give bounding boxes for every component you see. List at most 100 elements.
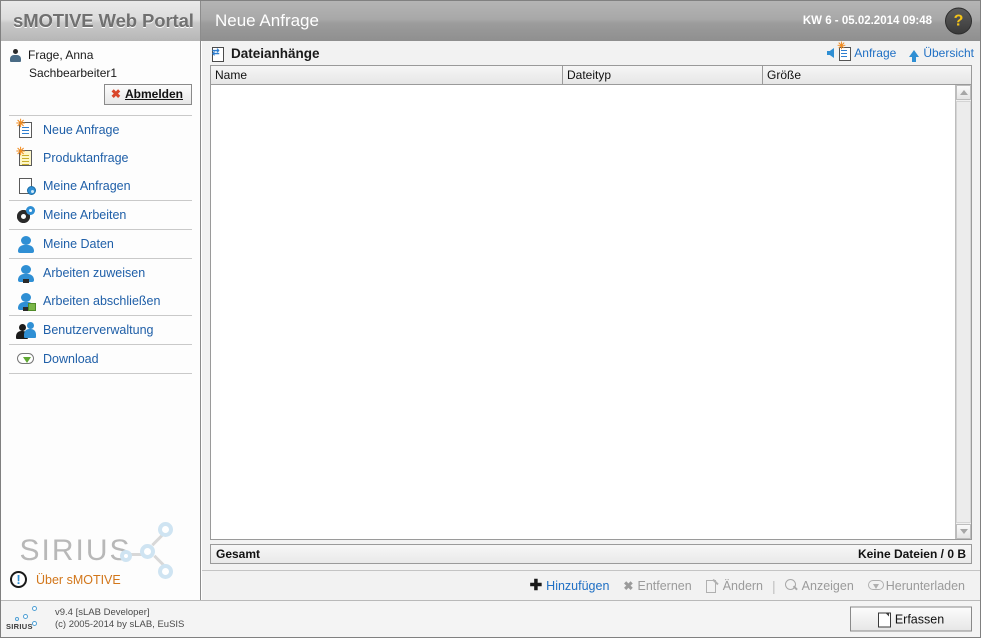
sidebar-item-produktanfrage[interactable]: ✳ Produktanfrage bbox=[9, 144, 192, 172]
logout-row: ✖ Abmelden bbox=[9, 84, 192, 105]
footer-version: v9.4 [sLAB Developer] bbox=[55, 607, 150, 618]
request-document-icon: ✳ bbox=[837, 42, 852, 61]
plus-icon: ✚ bbox=[529, 577, 543, 594]
sidebar-item-benutzerverwaltung[interactable]: Benutzerverwaltung bbox=[9, 316, 192, 344]
page-icon bbox=[877, 612, 891, 628]
nav-group-zuweisen: Arbeiten zuweisen Arbeiten abschließen bbox=[9, 258, 192, 315]
table-vertical-scrollbar[interactable] bbox=[955, 85, 971, 539]
date-stamp: KW 6 - 05.02.2014 09:48 bbox=[802, 15, 932, 27]
nav-group-benutzer: Benutzerverwaltung bbox=[9, 315, 192, 344]
nav-group-anfragen: ✳ Neue Anfrage ✳ Produktanfrage Meine An… bbox=[9, 115, 192, 200]
uebersicht-link[interactable]: Übersicht bbox=[909, 46, 974, 62]
footer-version-block: v9.4 [sLAB Developer] (c) 2005-2014 by s… bbox=[55, 607, 184, 631]
sidebar-item-label: Neue Anfrage bbox=[43, 123, 120, 137]
sirius-constellation-icon bbox=[119, 516, 182, 586]
nav-group-daten: Meine Daten bbox=[9, 229, 192, 258]
sidebar-nav: ✳ Neue Anfrage ✳ Produktanfrage Meine An… bbox=[1, 115, 200, 374]
sidebar-item-label: Produktanfrage bbox=[43, 151, 129, 165]
remove-attachment-label: Entfernen bbox=[637, 578, 692, 593]
sidebar-item-label: Download bbox=[43, 352, 99, 366]
column-header-name[interactable]: Name bbox=[211, 66, 563, 84]
sirius-footer-logo-text: SIRIUS bbox=[6, 622, 33, 631]
cloud-download-icon bbox=[16, 349, 36, 369]
sirius-watermark-text: SIRIUS bbox=[19, 534, 132, 567]
nav-group-end-divider bbox=[9, 373, 192, 374]
person-assign-icon bbox=[16, 263, 36, 283]
sidebar-item-label: Arbeiten zuweisen bbox=[43, 266, 146, 280]
application-window: sMOTIVE Web Portal Neue Anfrage KW 6 - 0… bbox=[0, 0, 981, 638]
about-smotive-link[interactable]: ! Über sMOTIVE bbox=[9, 570, 121, 590]
sidebar-item-label: Meine Anfragen bbox=[43, 179, 131, 193]
sidebar-item-meine-arbeiten[interactable]: Meine Arbeiten bbox=[9, 201, 192, 229]
sidebar-item-meine-daten[interactable]: Meine Daten bbox=[9, 230, 192, 258]
nav-group-download: Download bbox=[9, 344, 192, 373]
gears-icon bbox=[16, 205, 36, 225]
chevron-down-icon bbox=[959, 529, 968, 534]
table-body bbox=[211, 85, 971, 539]
help-button[interactable]: ? bbox=[945, 7, 972, 35]
user-role: Sachbearbeiter1 bbox=[29, 66, 118, 80]
red-x-icon: ✖ bbox=[110, 87, 121, 101]
back-to-anfrage-label: Anfrage bbox=[854, 46, 897, 60]
edit-attachment-button: Ändern bbox=[699, 579, 770, 593]
user-name-row: Frage, Anna bbox=[9, 48, 192, 62]
user-icon bbox=[9, 48, 22, 62]
info-icon: ! bbox=[9, 570, 29, 590]
x-icon: ✖ bbox=[623, 578, 634, 593]
sirius-footer-logo: SIRIUS bbox=[5, 604, 45, 634]
footer-bar: SIRIUS v9.4 [sLAB Developer] (c) 2005-20… bbox=[1, 600, 980, 637]
total-row: Gesamt Keine Dateien / 0 B bbox=[210, 544, 972, 564]
main-content: Dateianhänge ✳ Anfrage Übersicht Name Da… bbox=[202, 41, 980, 600]
person-icon bbox=[16, 234, 36, 254]
sidebar-item-label: Benutzerverwaltung bbox=[43, 323, 154, 337]
logout-button[interactable]: ✖ Abmelden bbox=[103, 84, 192, 105]
logout-button-label: Abmelden bbox=[124, 87, 183, 101]
download-attachment-button: Herunterladen bbox=[861, 579, 972, 593]
table-header-row: Name Dateityp Größe bbox=[211, 66, 971, 85]
scroll-down-button[interactable] bbox=[956, 524, 971, 539]
user-name: Frage, Anna bbox=[28, 48, 94, 62]
action-separator: | bbox=[772, 577, 776, 594]
panel-header-links: ✳ Anfrage Übersicht bbox=[827, 42, 974, 62]
column-header-dateityp[interactable]: Dateityp bbox=[563, 66, 763, 84]
scroll-track[interactable] bbox=[956, 101, 971, 523]
erfassen-button-label: Erfassen bbox=[894, 612, 945, 626]
brand-area: sMOTIVE Web Portal bbox=[1, 1, 201, 41]
sidebar-item-download[interactable]: Download bbox=[9, 345, 192, 373]
magnifier-icon bbox=[784, 579, 798, 592]
panel-title: Dateianhänge bbox=[231, 45, 320, 61]
edit-attachment-label: Ändern bbox=[722, 578, 764, 593]
column-header-groesse[interactable]: Größe bbox=[763, 66, 971, 84]
question-mark-icon: ? bbox=[953, 12, 964, 29]
person-complete-icon bbox=[16, 291, 36, 311]
erfassen-button[interactable]: Erfassen bbox=[850, 606, 972, 632]
user-block: Frage, Anna Sachbearbeiter1 ✖ Abmelden bbox=[1, 41, 200, 109]
sidebar-item-meine-anfragen[interactable]: Meine Anfragen bbox=[9, 172, 192, 200]
attachment-icon bbox=[210, 46, 225, 62]
scroll-up-button[interactable] bbox=[956, 85, 971, 100]
uebersicht-label: Übersicht bbox=[923, 46, 974, 60]
view-attachment-label: Anzeigen bbox=[801, 578, 854, 593]
sidebar: Frage, Anna Sachbearbeiter1 ✖ Abmelden ✳… bbox=[1, 41, 201, 600]
sidebar-item-label: Meine Arbeiten bbox=[43, 208, 127, 222]
attachment-action-bar: ✚ Hinzufügen ✖ Entfernen Ändern | Anzeig… bbox=[202, 570, 980, 600]
sidebar-item-label: Meine Daten bbox=[43, 237, 114, 251]
download-attachment-label: Herunterladen bbox=[885, 578, 965, 593]
table-rows-empty[interactable] bbox=[211, 85, 955, 539]
page-title: Neue Anfrage bbox=[215, 11, 319, 30]
sidebar-item-arbeiten-zuweisen[interactable]: Arbeiten zuweisen bbox=[9, 259, 192, 287]
back-to-anfrage-link[interactable]: ✳ Anfrage bbox=[827, 42, 897, 61]
total-label: Gesamt bbox=[216, 547, 261, 561]
panel-title-group: Dateianhänge bbox=[210, 45, 320, 62]
sidebar-item-neue-anfrage[interactable]: ✳ Neue Anfrage bbox=[9, 116, 192, 144]
sidebar-item-arbeiten-abschliessen[interactable]: Arbeiten abschließen bbox=[9, 287, 192, 315]
nav-group-arbeiten: Meine Arbeiten bbox=[9, 200, 192, 229]
new-product-document-icon: ✳ bbox=[16, 147, 36, 168]
add-attachment-button[interactable]: ✚ Hinzufügen bbox=[523, 578, 617, 593]
pencil-icon bbox=[705, 579, 719, 593]
view-attachment-button: Anzeigen bbox=[778, 579, 861, 593]
users-icon bbox=[16, 320, 36, 340]
brand-title: sMOTIVE Web Portal bbox=[13, 10, 194, 31]
total-value: Keine Dateien / 0 B bbox=[857, 547, 966, 561]
about-smotive-label: Über sMOTIVE bbox=[36, 573, 121, 587]
